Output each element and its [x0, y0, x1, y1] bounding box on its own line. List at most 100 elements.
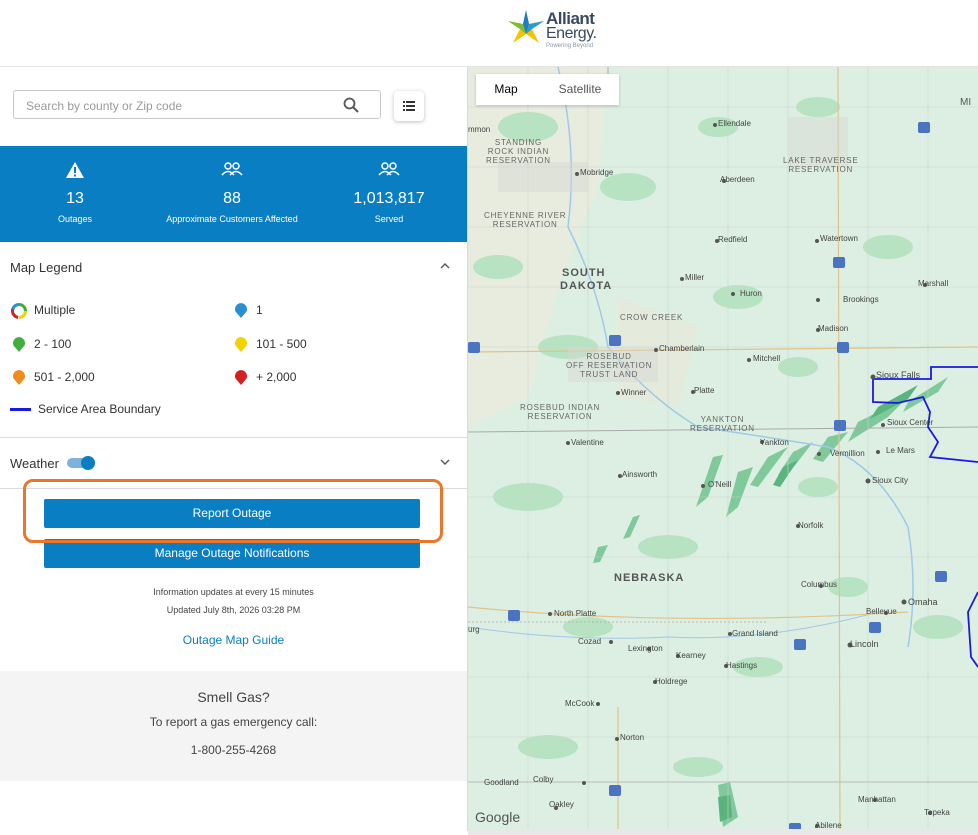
weather-toggle[interactable] [67, 456, 97, 470]
stat-served: 1,013,817 Served [314, 146, 464, 242]
alliant-energy-logo[interactable]: Alliant Energy. Powering Beyond [506, 8, 606, 54]
map-city-label: Chamberlain [659, 344, 705, 353]
map-city-label: Sioux City [872, 476, 909, 485]
map-city-label: Manhattan [858, 795, 896, 804]
logo-text-line2: Energy. [546, 25, 597, 42]
map-reservation-label: ROSEBUD OFF RESERVATION TRUST LAND [566, 352, 653, 379]
map-reservation-label: CROW CREEK [620, 313, 684, 322]
map-city-label: Le Mars [886, 446, 915, 455]
logo-star-icon [508, 10, 544, 43]
weather-label: Weather [10, 456, 59, 471]
chevron-down-icon[interactable] [440, 459, 450, 465]
list-icon [403, 101, 415, 111]
map-city-label: Valentine [571, 438, 604, 447]
map-city-label: Redfield [718, 235, 748, 244]
blue-pin-icon [235, 303, 247, 318]
map-city-label: Hastings [726, 661, 758, 670]
map-edge-label: MI [960, 97, 972, 108]
map-city-label: Platte [694, 386, 715, 395]
map-city-label: Watertown [820, 234, 858, 243]
map-city-label: Yankton [760, 438, 789, 447]
map-type-toggle: Map Satellite [476, 74, 619, 105]
list-view-button[interactable] [394, 91, 424, 121]
map-state-label: NEBRASKA [614, 572, 685, 584]
map-city-label: North Platte [554, 609, 597, 618]
map-city-label: Aberdeen [720, 175, 755, 184]
map-city-label: Goodland [484, 778, 519, 787]
search-icon[interactable] [343, 97, 359, 113]
outage-side-panel: 13 Outages 88 Approximate Customers Affe… [0, 67, 468, 831]
map-city-label: Omaha [908, 597, 938, 607]
gas-phone[interactable]: 1-800-255-4268 [0, 743, 467, 757]
highlight-annotation [23, 479, 443, 543]
manage-notifications-button[interactable]: Manage Outage Notifications [44, 539, 420, 568]
map-reservation-label: CHEYENNE RIVER RESERVATION [484, 211, 567, 229]
last-updated-text: Updated July 8th, 2026 03:28 PM [166, 605, 301, 615]
map-edge-label: mmon [468, 125, 491, 134]
multiple-ring-icon [11, 303, 27, 319]
people-icon [378, 162, 400, 176]
tab-map[interactable]: Map [476, 74, 536, 105]
red-pin-icon [235, 370, 247, 385]
tab-satellite[interactable]: Satellite [541, 74, 619, 105]
update-frequency-text: Information updates at every 15 minutes [153, 587, 314, 597]
map-city-label: Ellendale [718, 119, 751, 128]
map-city-label: Kearney [676, 651, 706, 660]
gas-subtitle: To report a gas emergency call: [149, 715, 318, 729]
outages-label: Outages [57, 214, 93, 224]
map-city-label: Mobridge [580, 168, 614, 177]
map-legend-title[interactable]: Map Legend [10, 260, 82, 275]
map-reservation-label: YANKTON RESERVATION [690, 415, 755, 433]
boundary-line-icon [10, 408, 31, 411]
map-reservation-label: ROSEBUD INDIAN RESERVATION [520, 403, 601, 421]
outages-count: 13 [66, 190, 84, 207]
served-count: 1,013,817 [353, 190, 425, 207]
map-city-label: Ainsworth [622, 470, 658, 479]
map-city-label: Norton [620, 733, 645, 742]
map-city-label: Cozad [578, 637, 602, 646]
stat-customers-affected: 88 Approximate Customers Affected [150, 146, 314, 242]
outage-map[interactable]: Map Satellite SOUTH DAKOTA NEBRASKA STAN… [468, 67, 978, 835]
search-input[interactable] [24, 96, 338, 116]
served-label: Served [374, 214, 404, 224]
map-city-label: Norfolk [798, 521, 824, 530]
map-reservation-label: STANDING ROCK INDIAN RESERVATION [486, 138, 551, 165]
legend-label: 501 - 2,000 [34, 370, 95, 384]
legend-label: 101 - 500 [256, 337, 307, 351]
map-city-label: Vermillion [830, 449, 865, 458]
map-edge-label: urg [468, 625, 480, 634]
gas-emergency-box: Smell Gas? To report a gas emergency cal… [0, 671, 467, 781]
legend-label: 2 - 100 [34, 337, 72, 351]
map-city-label: Lincoln [850, 639, 879, 649]
map-city-label: Holdrege [655, 677, 688, 686]
legend-label: + 2,000 [256, 370, 297, 384]
people-icon [221, 162, 243, 176]
map-city-label: Mitchell [753, 354, 781, 363]
map-city-label: Lexington [628, 644, 663, 653]
logo-tagline: Powering Beyond [546, 43, 594, 49]
map-city-label: Marshall [918, 279, 949, 288]
chevron-up-icon[interactable] [440, 263, 450, 269]
map-city-label: Topeka [924, 808, 950, 817]
green-pin-icon [13, 337, 25, 352]
legend-label: Multiple [34, 303, 76, 317]
customers-affected-count: 88 [223, 190, 241, 207]
map-city-label: Winner [621, 388, 647, 397]
map-city-label: Brookings [843, 295, 879, 304]
orange-pin-icon [13, 370, 25, 385]
top-header: Alliant Energy. Powering Beyond [0, 0, 978, 67]
google-attribution: Google [475, 809, 521, 825]
map-city-label: Huron [740, 289, 762, 298]
map-state-label: SOUTH [562, 267, 606, 279]
map-city-label: O'Neill [708, 480, 732, 489]
map-city-label: Oakley [549, 800, 574, 809]
legend-label: Service Area Boundary [38, 402, 161, 416]
stat-outages: 13 Outages [0, 146, 150, 242]
map-city-label: Sioux Falls [876, 370, 921, 380]
map-city-label: Sioux Center [887, 418, 934, 427]
map-city-label: Madison [818, 324, 849, 333]
map-city-label: Grand Island [732, 629, 778, 638]
map-city-label: McCook [565, 699, 595, 708]
outage-map-guide-link[interactable]: Outage Map Guide [0, 633, 467, 647]
search-box [13, 90, 381, 119]
